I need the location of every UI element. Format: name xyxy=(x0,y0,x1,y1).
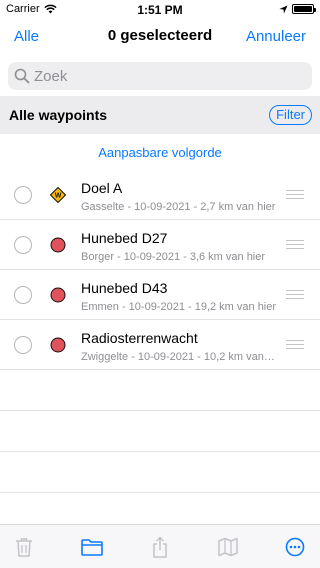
waypoint-list: W Doel A Gasselte - 10-09-2021 - 2,7 km … xyxy=(0,170,320,493)
empty-row xyxy=(0,452,320,493)
trash-button[interactable] xyxy=(13,537,35,557)
list-item[interactable]: Hunebed D27 Borger - 10-09-2021 - 3,6 km… xyxy=(0,220,320,270)
list-item[interactable]: W Doel A Gasselte - 10-09-2021 - 2,7 km … xyxy=(0,170,320,220)
more-icon xyxy=(285,537,305,557)
item-subtitle: Gasselte - 10-09-2021 - 2,7 km van hier xyxy=(81,201,276,213)
share-icon xyxy=(153,536,167,558)
search-input[interactable] xyxy=(34,67,294,85)
item-title: Doel A xyxy=(81,180,123,196)
status-time: 1:51 PM xyxy=(137,3,183,17)
more-button[interactable] xyxy=(284,537,306,557)
location-arrow-icon xyxy=(279,4,288,14)
empty-row xyxy=(0,411,320,452)
share-button[interactable] xyxy=(149,536,171,558)
filter-button[interactable]: Filter xyxy=(269,105,312,125)
red-dot-icon xyxy=(50,287,66,303)
battery-fill xyxy=(294,6,312,12)
navigation-bar: Alle 0 geselecteerd Annuleer xyxy=(0,20,320,56)
list-item[interactable]: Hunebed D43 Emmen - 10-09-2021 - 19,2 km… xyxy=(0,270,320,320)
reorder-handle[interactable] xyxy=(286,190,304,199)
folder-button[interactable] xyxy=(81,537,103,557)
map-icon xyxy=(218,537,238,557)
empty-row xyxy=(0,370,320,411)
battery-icon xyxy=(292,4,316,14)
status-right xyxy=(279,4,316,14)
folder-icon xyxy=(81,539,103,556)
cancel-button[interactable]: Annuleer xyxy=(246,28,306,45)
item-title: Hunebed D27 xyxy=(81,230,168,246)
item-title: Radiosterrenwacht xyxy=(81,330,198,346)
reorder-handle[interactable] xyxy=(286,340,304,349)
custom-order-button[interactable]: Aanpasbare volgorde xyxy=(0,145,320,160)
reorder-handle[interactable] xyxy=(286,240,304,249)
item-subtitle: Emmen - 10-09-2021 - 19,2 km van hier xyxy=(81,301,277,313)
select-circle[interactable] xyxy=(14,336,32,354)
svg-text:W: W xyxy=(55,193,62,200)
trash-icon xyxy=(16,538,32,557)
bottom-toolbar xyxy=(0,524,320,568)
map-button[interactable] xyxy=(217,537,239,557)
select-circle[interactable] xyxy=(14,186,32,204)
list-item[interactable]: Radiosterrenwacht Zwiggelte - 10-09-2021… xyxy=(0,320,320,370)
reorder-handle[interactable] xyxy=(286,290,304,299)
select-circle[interactable] xyxy=(14,236,32,254)
item-subtitle: Zwiggelte - 10-09-2021 - 10,2 km van hie… xyxy=(81,351,277,363)
section-title: Alle waypoints xyxy=(9,107,108,123)
red-dot-icon xyxy=(50,337,66,353)
item-subtitle: Borger - 10-09-2021 - 3,6 km van hier xyxy=(81,251,266,263)
search-icon xyxy=(14,68,30,84)
select-circle[interactable] xyxy=(14,286,32,304)
status-bar: Carrier 1:51 PM xyxy=(0,0,320,20)
section-header: Alle waypoints Filter xyxy=(0,96,320,134)
item-title: Hunebed D43 xyxy=(81,280,168,296)
red-dot-icon xyxy=(50,237,66,253)
search-bar[interactable] xyxy=(8,62,312,90)
target-w-icon: W xyxy=(50,187,66,203)
